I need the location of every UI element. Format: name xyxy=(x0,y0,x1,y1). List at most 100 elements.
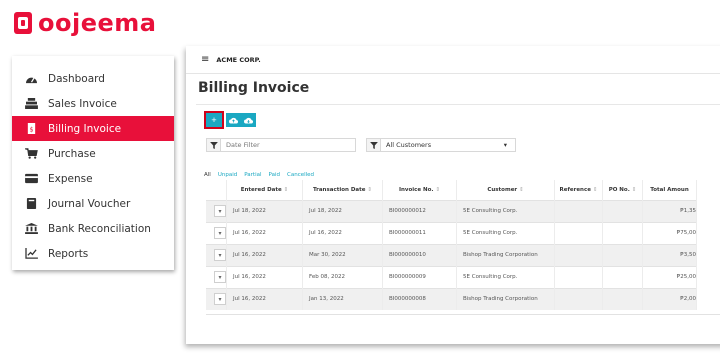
invoice-no-cell: BI000000008 xyxy=(382,287,457,310)
book-icon xyxy=(25,198,38,209)
table-row[interactable]: ▾ Jul 16, 2022 Jan 13, 2022 BI000000008 … xyxy=(206,287,697,310)
cloud-download-icon[interactable] xyxy=(241,117,256,124)
invoice-no-cell: BI000000009 xyxy=(382,265,457,288)
sidebar-item-journal-voucher[interactable]: Journal Voucher xyxy=(12,191,174,216)
sidebar-item-label: Reports xyxy=(48,247,89,260)
toolbar: + xyxy=(204,111,256,129)
cloud-upload-icon[interactable] xyxy=(226,117,241,124)
page-title: Billing Invoice xyxy=(198,80,310,96)
column-header-actions xyxy=(206,180,227,200)
customer-cell: 5E Consulting Corp. xyxy=(456,199,555,222)
total-amount-cell: ₱2,00 xyxy=(642,287,697,310)
sidebar-item-label: Bank Reconciliation xyxy=(48,222,151,235)
dashboard-icon xyxy=(25,73,38,84)
sidebar-item-billing-invoice[interactable]: $ Billing Invoice xyxy=(12,116,174,141)
entered-date-cell: Jul 16, 2022 xyxy=(226,243,303,266)
transaction-date-cell: Jul 18, 2022 xyxy=(302,199,383,222)
date-filter-input[interactable] xyxy=(220,138,356,152)
hamburger-menu-icon[interactable]: ≡ xyxy=(201,54,209,65)
po-no-cell xyxy=(602,265,643,288)
tab-all[interactable]: All xyxy=(204,172,211,178)
cash-register-icon xyxy=(25,98,38,109)
column-header-reference[interactable]: Reference ⇕ xyxy=(554,180,603,200)
row-action-cell: ▾ xyxy=(206,199,227,222)
table-row[interactable]: ▾ Jul 18, 2022 Jul 18, 2022 BI000000012 … xyxy=(206,199,697,222)
add-invoice-button[interactable]: + xyxy=(204,111,224,129)
po-no-cell xyxy=(602,243,643,266)
entered-date-cell: Jul 16, 2022 xyxy=(226,287,303,310)
top-bar: ≡ ACME CORP. xyxy=(186,46,720,74)
invoice-icon: $ xyxy=(25,123,38,134)
entered-date-cell: Jul 16, 2022 xyxy=(226,221,303,244)
customer-cell: Bishop Trading Corporation xyxy=(456,243,555,266)
column-header-po-no[interactable]: PO No. ⇕ xyxy=(602,180,643,200)
filter-icon xyxy=(206,138,220,152)
tab-unpaid[interactable]: Unpaid xyxy=(218,172,237,178)
table-header-row: Entered Date ⇕ Transaction Date ⇕ Invoic… xyxy=(206,180,697,200)
customer-filter-group: All Customers ▾ xyxy=(366,138,516,152)
total-amount-cell: ₱25,00 xyxy=(642,265,697,288)
transaction-date-cell: Mar 30, 2022 xyxy=(302,243,383,266)
table-row[interactable]: ▾ Jul 16, 2022 Feb 08, 2022 BI000000009 … xyxy=(206,265,697,288)
status-tabs: All Unpaid Partial Paid Cancelled xyxy=(204,172,314,178)
sidebar-item-reports[interactable]: Reports xyxy=(12,241,174,266)
filter-icon xyxy=(366,138,380,152)
logo-mark-icon xyxy=(14,12,32,34)
total-amount-cell: ₱75,00 xyxy=(642,221,697,244)
cart-icon xyxy=(25,148,38,159)
brand-name: oojeema xyxy=(38,9,157,37)
sidebar-item-purchase[interactable]: Purchase xyxy=(12,141,174,166)
sidebar-item-label: Dashboard xyxy=(48,72,105,85)
main-panel: ≡ ACME CORP. Billing Invoice + All Custo… xyxy=(186,46,720,344)
row-menu-chevron-icon[interactable]: ▾ xyxy=(214,249,226,261)
invoice-no-cell: BI000000011 xyxy=(382,221,457,244)
company-name: ACME CORP. xyxy=(216,55,261,64)
line-chart-icon xyxy=(25,248,38,259)
sidebar-item-expense[interactable]: Expense xyxy=(12,166,174,191)
reference-cell xyxy=(554,287,603,310)
transaction-date-cell: Jan 13, 2022 xyxy=(302,287,383,310)
customer-cell: Bishop Trading Corporation xyxy=(456,287,555,310)
row-action-cell: ▾ xyxy=(206,287,227,310)
transaction-date-cell: Jul 16, 2022 xyxy=(302,221,383,244)
table-row[interactable]: ▾ Jul 16, 2022 Mar 30, 2022 BI000000010 … xyxy=(206,243,697,266)
column-header-transaction-date[interactable]: Transaction Date ⇕ xyxy=(302,180,383,200)
tab-partial[interactable]: Partial xyxy=(244,172,261,178)
bank-icon xyxy=(25,223,38,234)
customer-select[interactable]: All Customers ▾ xyxy=(380,138,516,152)
column-header-entered-date[interactable]: Entered Date ⇕ xyxy=(226,180,303,200)
row-menu-chevron-icon[interactable]: ▾ xyxy=(214,205,226,217)
entered-date-cell: Jul 16, 2022 xyxy=(226,265,303,288)
date-filter-group xyxy=(206,138,356,152)
sidebar-item-dashboard[interactable]: Dashboard xyxy=(12,66,174,91)
row-menu-chevron-icon[interactable]: ▾ xyxy=(214,293,226,306)
row-menu-chevron-icon[interactable]: ▾ xyxy=(214,271,226,283)
sidebar-item-sales-invoice[interactable]: Sales Invoice xyxy=(12,91,174,116)
customer-cell: 5E Consulting Corp. xyxy=(456,265,555,288)
reference-cell xyxy=(554,243,603,266)
cloud-button-group xyxy=(226,113,256,127)
brand-logo: oojeema xyxy=(14,6,156,40)
po-no-cell xyxy=(602,199,643,222)
column-header-customer[interactable]: Customer ⇕ xyxy=(456,180,555,200)
tab-cancelled[interactable]: Cancelled xyxy=(287,172,314,178)
sidebar-item-label: Expense xyxy=(48,172,93,185)
sidebar-item-label: Purchase xyxy=(48,147,96,160)
column-header-invoice-no[interactable]: Invoice No. ⇕ xyxy=(382,180,457,200)
column-header-total-amount[interactable]: Total Amoun xyxy=(642,180,697,200)
credit-card-icon xyxy=(25,173,38,184)
customer-select-value: All Customers xyxy=(386,141,432,149)
row-menu-chevron-icon[interactable]: ▾ xyxy=(214,227,226,239)
sidebar: Dashboard Sales Invoice $ Billing Invoic… xyxy=(12,56,174,270)
po-no-cell xyxy=(602,221,643,244)
row-action-cell: ▾ xyxy=(206,265,227,288)
sidebar-item-label: Sales Invoice xyxy=(48,97,117,110)
invoice-table: Entered Date ⇕ Transaction Date ⇕ Invoic… xyxy=(206,180,697,310)
row-action-cell: ▾ xyxy=(206,221,227,244)
sidebar-item-bank-reconciliation[interactable]: Bank Reconciliation xyxy=(12,216,174,241)
invoice-no-cell: BI000000012 xyxy=(382,199,457,222)
table-row[interactable]: ▾ Jul 16, 2022 Jul 16, 2022 BI000000011 … xyxy=(206,221,697,244)
row-action-cell: ▾ xyxy=(206,243,227,266)
tab-paid[interactable]: Paid xyxy=(269,172,280,178)
sidebar-item-label: Journal Voucher xyxy=(48,197,131,210)
